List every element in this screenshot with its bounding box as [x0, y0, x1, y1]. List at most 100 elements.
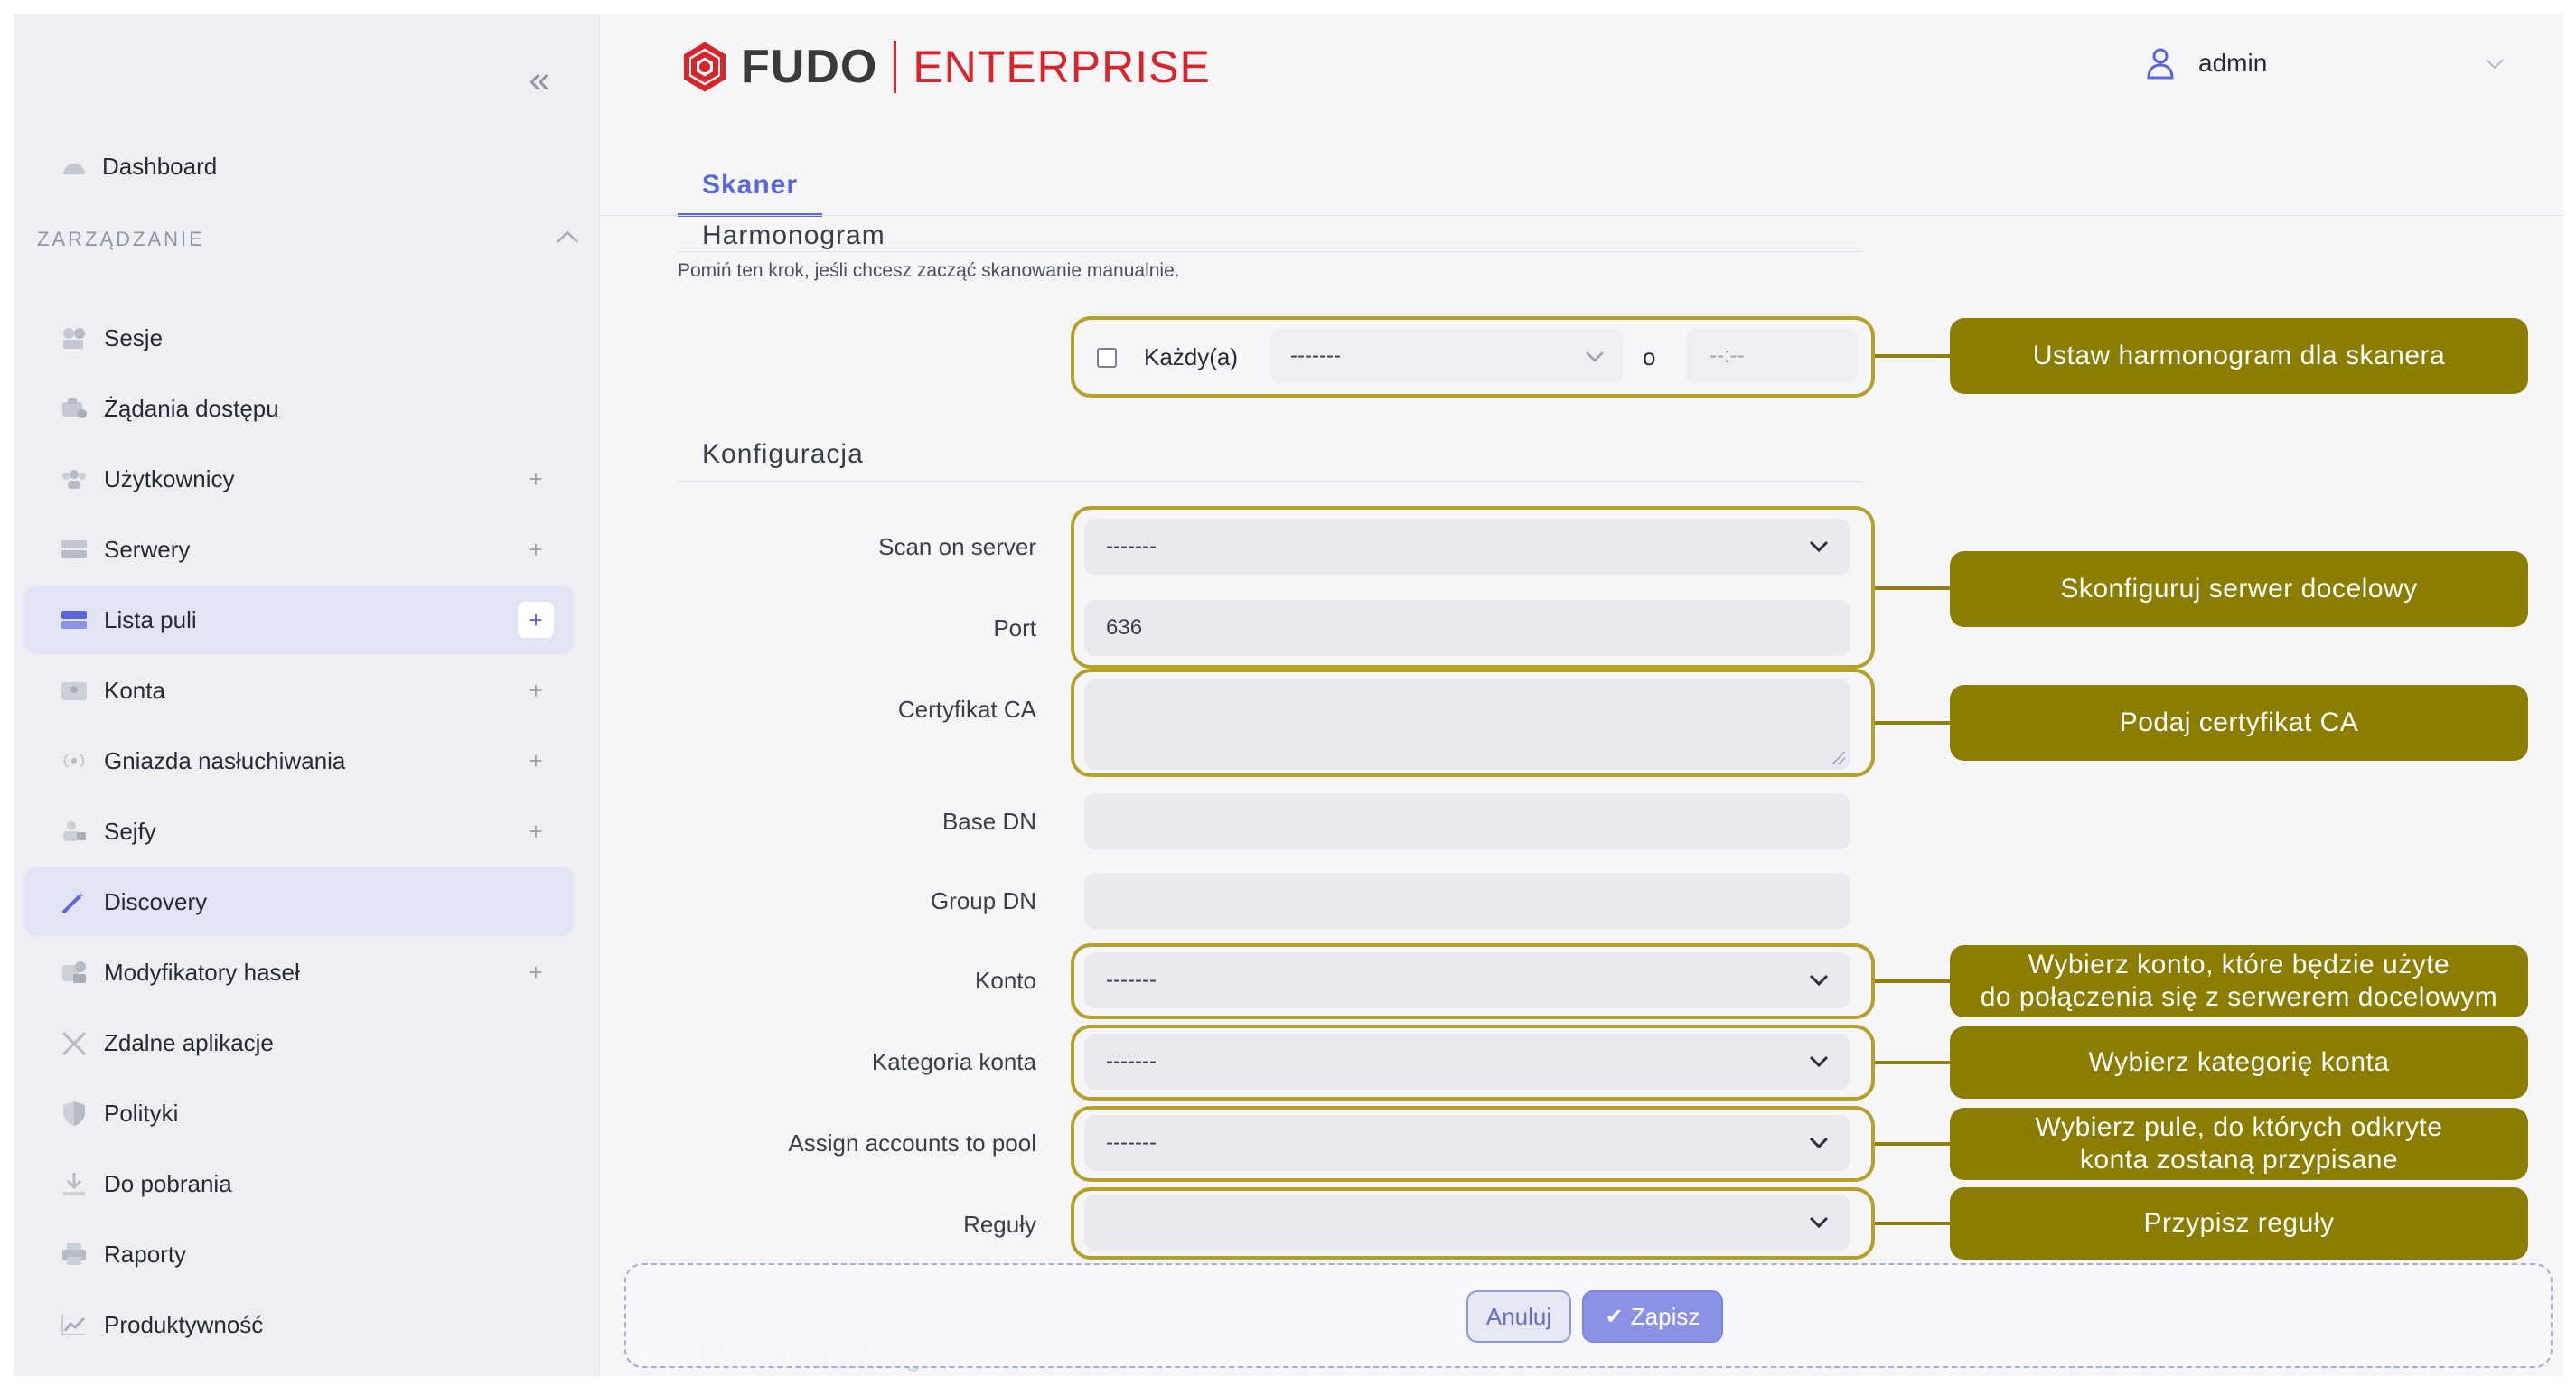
schedule-hint: Pomiń ten krok, jeśli chcesz zacząć skan… [678, 260, 1180, 281]
check-icon: ✔ [1605, 1304, 1624, 1329]
scan-on-server-value: ------- [1106, 534, 1157, 558]
account-select[interactable]: ------- [1084, 952, 1850, 1008]
sidebar-item-label: Do pobrania [104, 1169, 232, 1197]
add-account-button[interactable]: + [518, 672, 554, 708]
add-listener-button[interactable]: + [518, 743, 554, 779]
sidebar-item-productivity[interactable]: Produktywność [24, 1290, 574, 1359]
sidebar-item-pools[interactable]: Lista puli + [24, 586, 574, 654]
sidebar-item-reports[interactable]: Raporty [24, 1220, 574, 1288]
account-value: ------- [1106, 968, 1157, 992]
sidebar: « Dashboard ZARZĄDZANIE Sesje Żądania do… [14, 14, 600, 1376]
user-menu[interactable]: admin [2146, 47, 2267, 80]
resize-handle-icon[interactable] [1832, 752, 1845, 764]
sidebar-item-password-modifiers[interactable]: Modyfikatory haseł + [24, 938, 574, 1007]
sidebar-item-sessions[interactable]: Sesje [24, 304, 574, 372]
callout-connector [1875, 586, 1951, 590]
save-label: Zapisz [1630, 1302, 1700, 1330]
listeners-icon [61, 747, 88, 774]
group-dn-input[interactable] [1084, 873, 1850, 929]
user-name: admin [2198, 49, 2268, 77]
policies-shield-icon [61, 1100, 88, 1127]
logo-text-secondary: ENTERPRISE [913, 42, 1211, 92]
tab-scanner[interactable]: Skaner [678, 157, 822, 217]
rules-select[interactable] [1084, 1195, 1850, 1251]
account-label: Konto [975, 967, 1036, 994]
sidebar-item-accounts[interactable]: Konta + [24, 656, 574, 725]
schedule-time-input[interactable]: --:-- [1686, 329, 1858, 383]
logo-divider [894, 41, 897, 93]
add-safe-button[interactable]: + [518, 813, 554, 849]
sidebar-item-label: Polityki [104, 1099, 179, 1127]
sidebar-item-label: Lista puli [104, 605, 197, 633]
productivity-chart-icon [61, 1311, 88, 1338]
tab-divider [599, 215, 2563, 216]
sidebar-item-discovery[interactable]: Discovery [24, 867, 574, 936]
reports-printer-icon [61, 1241, 88, 1268]
sidebar-item-remote-apps[interactable]: Zdalne aplikacje [24, 1008, 574, 1077]
base-dn-label: Base DN [941, 808, 1036, 835]
chevron-down-icon [1586, 351, 1604, 362]
chevron-down-icon[interactable] [2485, 52, 2505, 76]
callout-server: Skonfiguruj serwer docelowy [1950, 551, 2528, 627]
schedule-period-value: ------- [1290, 343, 1341, 368]
sidebar-item-label: Użytkownicy [104, 464, 235, 492]
ca-certificate-textarea[interactable] [1084, 679, 1850, 770]
account-category-value: ------- [1106, 1049, 1157, 1073]
sidebar-item-label: Sesje [104, 323, 164, 351]
sidebar-item-label: Zdalne aplikacje [104, 1028, 274, 1056]
callout-connector [1875, 1061, 1951, 1064]
add-pool-button[interactable]: + [518, 602, 554, 638]
assign-pool-label: Assign accounts to pool [788, 1129, 1036, 1157]
account-category-label: Kategoria konta [871, 1048, 1036, 1075]
account-category-select[interactable]: ------- [1084, 1034, 1850, 1090]
at-label: o [1643, 343, 1656, 370]
port-value: 636 [1106, 615, 1143, 640]
sidebar-item-dashboard[interactable]: Dashboard [24, 132, 574, 201]
schedule-section-title: Harmonogram [702, 220, 885, 250]
ca-certificate-label: Certyfikat CA [897, 696, 1036, 723]
fudo-logo-icon [684, 42, 726, 92]
app-frame: « Dashboard ZARZĄDZANIE Sesje Żądania do… [14, 14, 2563, 1376]
group-dn-label: Group DN [930, 887, 1036, 914]
save-button[interactable]: ✔ Zapisz [1582, 1290, 1723, 1343]
schedule-period-select[interactable]: ------- [1270, 329, 1623, 383]
rules-label: Reguły [963, 1211, 1036, 1238]
password-modifiers-icon [61, 959, 88, 986]
port-input[interactable]: 636 [1084, 600, 1850, 656]
sidebar-item-policies[interactable]: Polityki [24, 1079, 574, 1148]
section-divider [678, 251, 1861, 252]
sidebar-item-safes[interactable]: Sejfy + [24, 797, 574, 866]
sidebar-item-label: Discovery [104, 887, 208, 915]
safes-icon [61, 818, 88, 845]
every-label: Każdy(a) [1144, 343, 1239, 370]
access-requests-icon [61, 395, 88, 422]
add-server-button[interactable]: + [518, 531, 554, 567]
sidebar-item-label: Produktywność [104, 1310, 264, 1338]
collapse-sidebar-icon[interactable]: « [520, 60, 559, 99]
chevron-down-icon [1809, 974, 1829, 987]
sidebar-item-servers[interactable]: Serwery + [24, 515, 574, 584]
sidebar-item-downloads[interactable]: Do pobrania [24, 1149, 574, 1218]
base-dn-input[interactable] [1084, 793, 1850, 849]
assign-pool-select[interactable]: ------- [1084, 1115, 1850, 1171]
sidebar-item-label: Serwery [104, 535, 191, 563]
chevron-up-icon[interactable] [556, 222, 579, 250]
scan-on-server-select[interactable]: ------- [1084, 519, 1850, 575]
sidebar-item-label: Raporty [104, 1240, 187, 1268]
sidebar-item-users[interactable]: Użytkownicy + [24, 445, 574, 513]
cancel-button[interactable]: Anuluj [1466, 1290, 1571, 1343]
sidebar-item-access-requests[interactable]: Żądania dostępu [24, 374, 574, 443]
config-section-title: Konfiguracja [702, 439, 864, 469]
add-user-button[interactable]: + [518, 461, 554, 497]
schedule-enabled-checkbox[interactable] [1097, 348, 1117, 368]
callout-connector [1875, 721, 1951, 725]
callout-category: Wybierz kategorię konta [1950, 1026, 2528, 1099]
callout-account-line2: do połączenia się z serwerem docelowym [1980, 982, 2498, 1012]
sidebar-item-label: Modyfikatory haseł [104, 958, 300, 986]
callout-connector [1875, 1142, 1951, 1146]
download-icon [61, 1170, 88, 1197]
chevron-down-icon [1809, 1137, 1829, 1149]
sidebar-item-listeners[interactable]: Gniazda nasłuchiwania + [24, 726, 574, 795]
add-password-modifier-button[interactable]: + [518, 954, 554, 990]
callout-connector [1875, 354, 1951, 358]
